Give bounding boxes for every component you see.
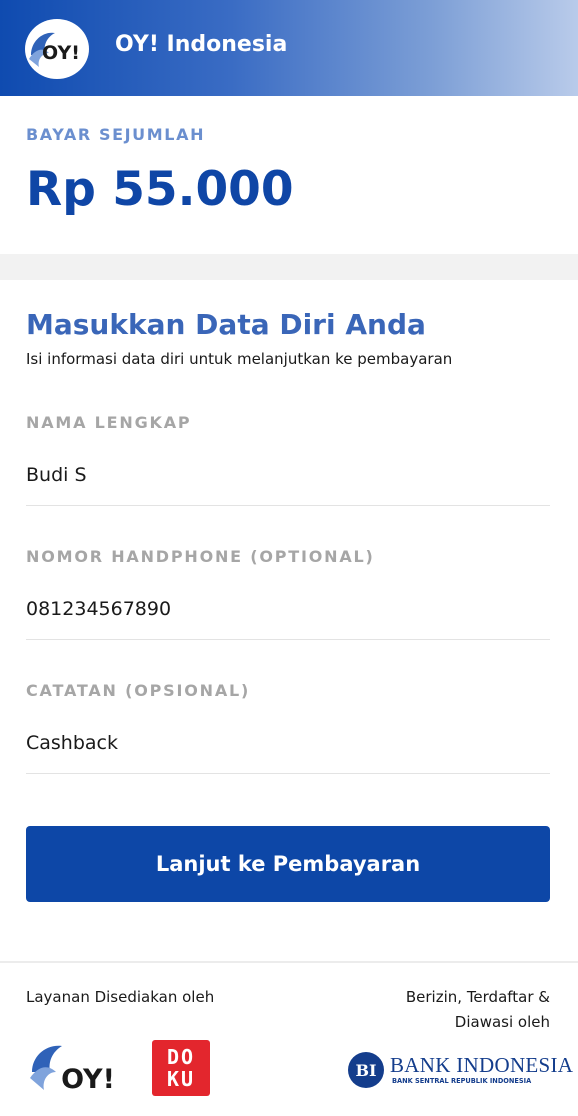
notes-underline bbox=[26, 773, 550, 774]
phone-number-input[interactable] bbox=[26, 598, 550, 620]
amount-value: Rp 55.000 bbox=[26, 162, 294, 217]
svg-text:OY!: OY! bbox=[61, 1064, 115, 1095]
form-title: Masukkan Data Diri Anda bbox=[26, 308, 426, 341]
form-subtitle: Isi informasi data diri untuk melanjutka… bbox=[26, 350, 453, 368]
notes-input[interactable] bbox=[26, 732, 550, 754]
regulated-by-text: Berizin, Terdaftar & Diawasi oleh bbox=[405, 988, 550, 1031]
oy-brand-icon: OY! bbox=[30, 1045, 115, 1095]
footer-divider bbox=[0, 961, 578, 963]
doku-logo-bottom: KU bbox=[166, 1067, 196, 1091]
doku-logo: DO KU bbox=[152, 1040, 210, 1096]
amount-label: BAYAR SEJUMLAH bbox=[26, 125, 206, 144]
phone-number-label: NOMOR HANDPHONE (OPTIONAL) bbox=[26, 547, 375, 566]
notes-label: CATATAN (OPSIONAL) bbox=[26, 681, 251, 700]
bank-indonesia-name: BANK INDONESIA bbox=[390, 1053, 574, 1077]
doku-logo-top: DO bbox=[166, 1045, 196, 1069]
oy-footer-logo: OY! bbox=[28, 1042, 124, 1096]
bank-indonesia-logo: BI BANK INDONESIA BANK SENTRAL REPUBLIK … bbox=[348, 1050, 573, 1090]
phone-number-underline bbox=[26, 639, 550, 640]
payment-amount-section: BAYAR SEJUMLAH Rp 55.000 bbox=[0, 96, 578, 254]
app-header: OY! OY! Indonesia bbox=[0, 0, 578, 96]
oy-logo: OY! bbox=[25, 19, 89, 79]
header-title: OY! Indonesia bbox=[115, 32, 288, 57]
full-name-input[interactable] bbox=[26, 464, 550, 486]
full-name-underline bbox=[26, 505, 550, 506]
oy-logo-icon: OY! bbox=[29, 32, 80, 67]
bank-indonesia-emblem-icon: BI bbox=[348, 1052, 384, 1088]
continue-to-payment-button[interactable]: Lanjut ke Pembayaran bbox=[26, 826, 550, 902]
svg-text:OY!: OY! bbox=[42, 42, 80, 64]
full-name-label: NAMA LENGKAP bbox=[26, 413, 192, 432]
bank-indonesia-subtitle: BANK SENTRAL REPUBLIK INDONESIA bbox=[392, 1077, 532, 1085]
section-divider bbox=[0, 254, 578, 280]
provided-by-text: Layanan Disediakan oleh bbox=[26, 988, 215, 1006]
